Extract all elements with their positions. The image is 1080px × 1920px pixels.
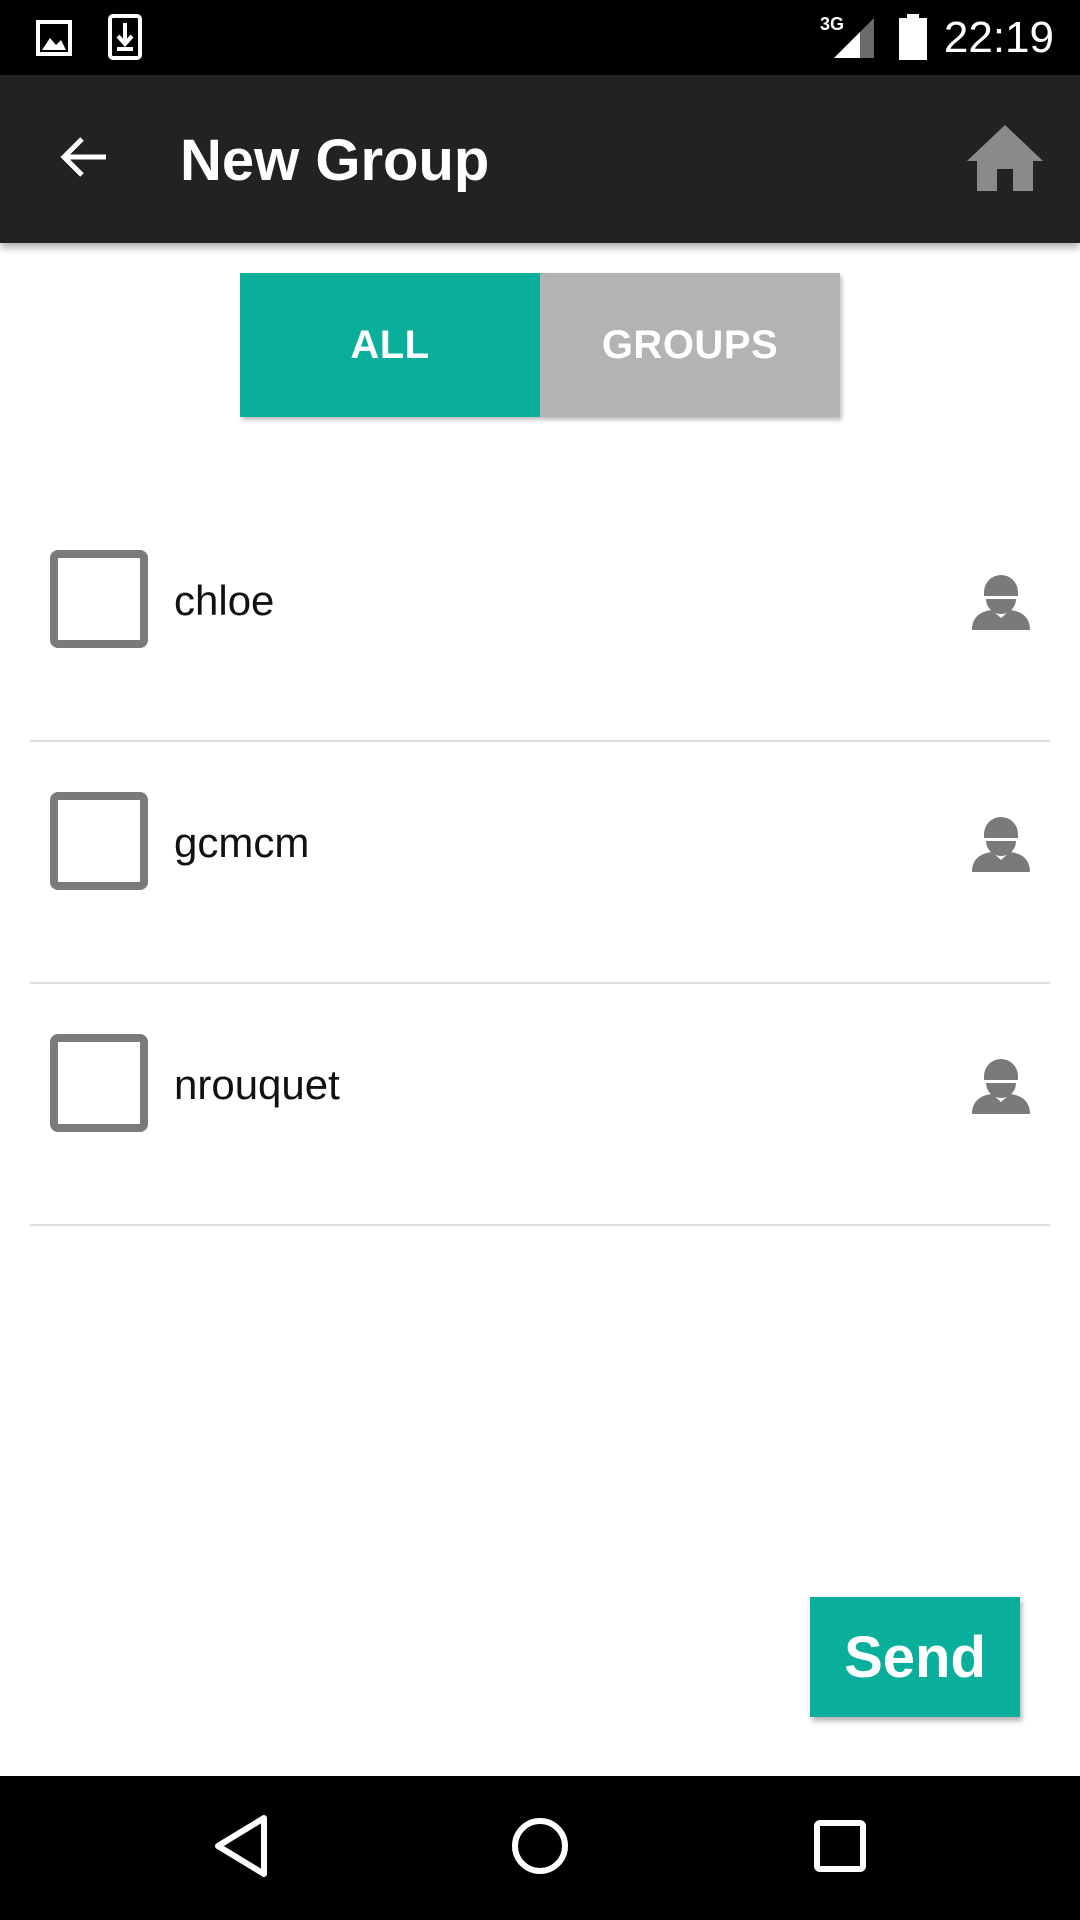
back-triangle-icon (212, 1814, 272, 1883)
nav-home-button[interactable] (504, 1812, 576, 1884)
contact-checkbox[interactable] (50, 1034, 148, 1132)
contact-checkbox[interactable] (50, 550, 148, 648)
tab-groups[interactable]: GROUPS (540, 273, 840, 417)
network-type-label: 3G (820, 14, 844, 34)
send-button[interactable]: Send (810, 1597, 1020, 1717)
nav-back-button[interactable] (206, 1812, 278, 1884)
tab-all[interactable]: ALL (240, 273, 540, 417)
contact-checkbox[interactable] (50, 792, 148, 890)
image-notification-icon (36, 20, 72, 61)
signal-3g-icon: 3G (820, 14, 876, 65)
contact-name: nrouquet (174, 1061, 340, 1108)
home-icon (965, 123, 1045, 198)
download-notification-icon (108, 14, 142, 65)
home-circle-icon (510, 1816, 570, 1881)
recents-square-icon (813, 1819, 867, 1878)
nav-recents-button[interactable] (804, 1812, 876, 1884)
contact-name: chloe (174, 577, 275, 624)
contact-row-gcmcm[interactable]: gcmcm (30, 742, 1050, 984)
person-icon (970, 1050, 1032, 1116)
app-bar: New Group (0, 75, 1080, 243)
person-icon (970, 566, 1032, 632)
arrow-back-icon (58, 131, 110, 188)
battery-icon (898, 14, 928, 65)
person-icon (970, 808, 1032, 874)
system-nav-bar (0, 1776, 1080, 1920)
contact-list: chloe gcmcm nrouquet (30, 500, 1050, 1226)
status-time: 22:19 (943, 13, 1054, 62)
contact-name: gcmcm (174, 819, 310, 866)
home-button[interactable] (960, 115, 1050, 205)
page-title: New Group (180, 128, 490, 193)
contact-row-chloe[interactable]: chloe (30, 500, 1050, 742)
screen: 3G 22:19 New Group ALL GROUPS chloe gcmc… (0, 0, 1080, 1920)
tab-bar: ALL GROUPS (240, 273, 840, 417)
back-button[interactable] (44, 119, 124, 199)
status-bar: 3G 22:19 (0, 0, 1080, 75)
contact-row-nrouquet[interactable]: nrouquet (30, 984, 1050, 1226)
